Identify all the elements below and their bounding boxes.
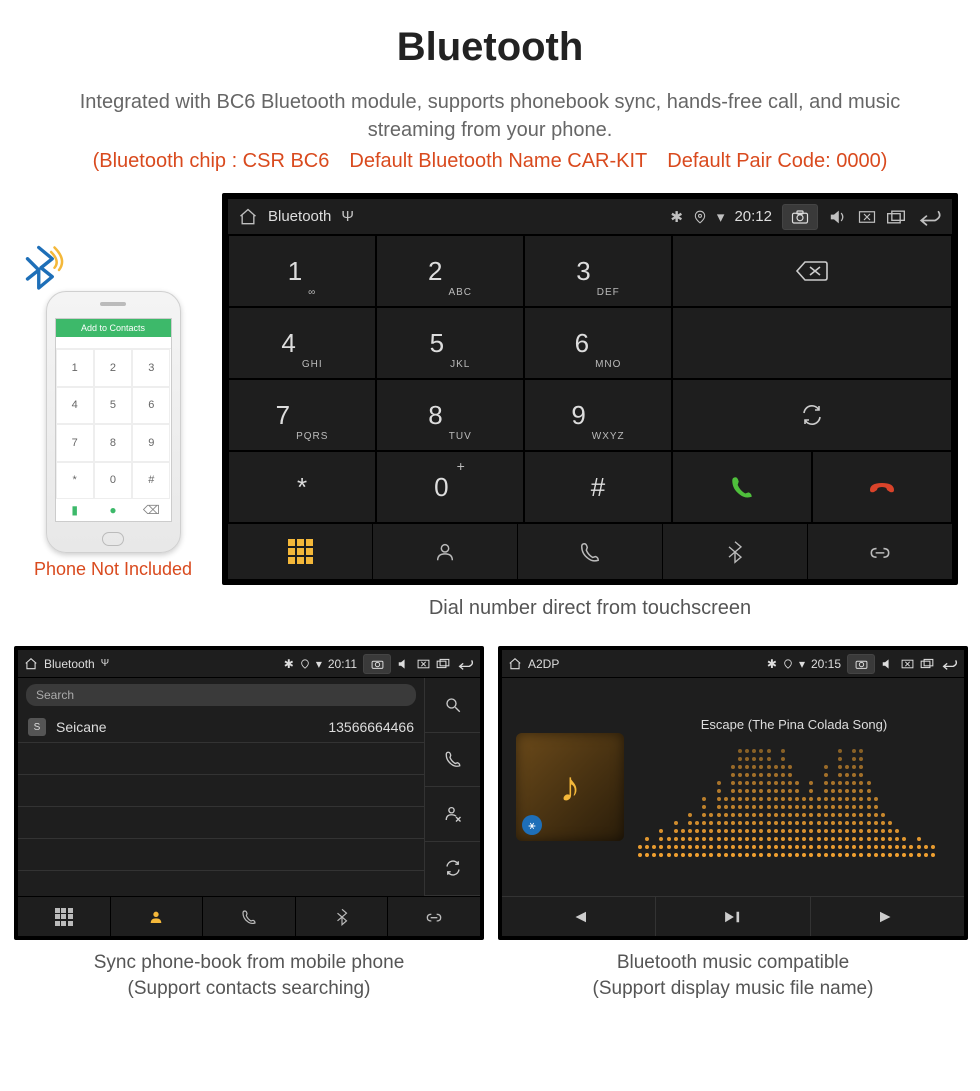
- key-3[interactable]: 3DEF: [524, 235, 672, 307]
- close-icon[interactable]: [417, 659, 430, 669]
- next-track-button[interactable]: [811, 897, 964, 936]
- link-tab[interactable]: [388, 897, 480, 936]
- call-button[interactable]: [672, 451, 812, 523]
- back-icon[interactable]: [916, 208, 942, 226]
- statusbar-title: Bluetooth: [268, 208, 331, 225]
- home-icon[interactable]: [24, 657, 38, 671]
- phone-mockup: Add to Contacts 123456789*0# ▮ ● ⌫: [46, 291, 181, 553]
- link-tab[interactable]: [808, 524, 952, 579]
- key-0[interactable]: 0+: [376, 451, 524, 523]
- clock: 20:12: [734, 208, 772, 225]
- visualizer: [638, 747, 950, 857]
- album-art: ♪ ⚹: [516, 733, 624, 841]
- screenshot-button[interactable]: [363, 654, 391, 674]
- back-icon[interactable]: [456, 658, 474, 670]
- bluetooth-icon: [14, 243, 198, 297]
- clock: 20:11: [328, 657, 357, 671]
- player-caption-1: Bluetooth music compatible: [617, 952, 849, 973]
- recent-apps-icon[interactable]: [886, 209, 906, 225]
- key-4[interactable]: 4GHI: [228, 307, 376, 379]
- location-icon: [693, 210, 707, 224]
- bluetooth-badge-icon: ⚹: [522, 815, 542, 835]
- play-pause-button[interactable]: [656, 897, 810, 936]
- statusbar-title: Bluetooth: [44, 657, 95, 671]
- volume-icon[interactable]: [828, 209, 848, 225]
- hangup-button[interactable]: [812, 451, 952, 523]
- page-title: Bluetooth: [14, 25, 966, 70]
- bluetooth-status-icon: ✱: [767, 657, 777, 671]
- dialpad-tab[interactable]: [228, 524, 373, 579]
- phone-mock-header: Add to Contacts: [56, 319, 171, 337]
- bluetooth-specs: (Bluetooth chip : CSR BC6 Default Blueto…: [14, 150, 966, 173]
- screenshot-button[interactable]: [782, 204, 818, 230]
- delete-contact-button[interactable]: [425, 787, 480, 842]
- recent-apps-icon[interactable]: [436, 658, 450, 669]
- bluetooth-status-icon: ✱: [670, 208, 683, 226]
- usb-icon: Ψ: [341, 208, 354, 225]
- recents-tab[interactable]: [203, 897, 296, 936]
- search-button[interactable]: [425, 678, 480, 733]
- key-star[interactable]: *: [228, 451, 376, 523]
- phone-not-included-label: Phone Not Included: [14, 559, 212, 580]
- music-note-icon: ♪: [560, 763, 581, 811]
- close-icon[interactable]: [901, 659, 914, 669]
- search-input[interactable]: Search: [26, 684, 416, 706]
- backspace-button[interactable]: [672, 235, 952, 307]
- a2dp-screen: A2DP ✱ ▾ 20:15 ♪ ⚹: [498, 646, 968, 940]
- contacts-tab[interactable]: [373, 524, 518, 579]
- wifi-icon: ▾: [799, 657, 805, 671]
- contacts-caption-2: (Support contacts searching): [128, 978, 371, 999]
- location-icon: [300, 659, 310, 669]
- key-7[interactable]: 7PQRS: [228, 379, 376, 451]
- dialer-caption: Dial number direct from touchscreen: [222, 597, 958, 620]
- contacts-screen: Bluetooth Ψ ✱ ▾ 20:11 Searc: [14, 646, 484, 940]
- usb-icon: Ψ: [101, 658, 109, 669]
- blank-cell: [672, 307, 952, 379]
- back-icon[interactable]: [940, 658, 958, 670]
- track-title: Escape (The Pina Colada Song): [638, 717, 950, 732]
- recent-apps-icon[interactable]: [920, 658, 934, 669]
- key-6[interactable]: 6MNO: [524, 307, 672, 379]
- contact-name: Seicane: [56, 719, 328, 735]
- recents-tab[interactable]: [518, 524, 663, 579]
- key-2[interactable]: 2ABC: [376, 235, 524, 307]
- volume-icon[interactable]: [881, 658, 895, 670]
- key-8[interactable]: 8TUV: [376, 379, 524, 451]
- search-placeholder: Search: [36, 688, 74, 702]
- sync-button[interactable]: [425, 842, 480, 897]
- volume-icon[interactable]: [397, 658, 411, 670]
- bluetooth-tab[interactable]: [296, 897, 389, 936]
- prev-track-button[interactable]: [502, 897, 656, 936]
- call-button[interactable]: [425, 733, 480, 788]
- key-5[interactable]: 5JKL: [376, 307, 524, 379]
- statusbar-title: A2DP: [528, 657, 559, 671]
- contact-number: 13566664466: [328, 719, 414, 735]
- screenshot-button[interactable]: [847, 654, 875, 674]
- contact-tag: S: [28, 718, 46, 736]
- clock: 20:15: [811, 657, 841, 671]
- page-description: Integrated with BC6 Bluetooth module, su…: [54, 88, 926, 144]
- contacts-tab[interactable]: [111, 897, 204, 936]
- close-icon[interactable]: [858, 210, 876, 224]
- contacts-caption-1: Sync phone-book from mobile phone: [94, 952, 405, 973]
- bluetooth-tab[interactable]: [663, 524, 808, 579]
- home-icon[interactable]: [508, 657, 522, 671]
- contact-row[interactable]: S Seicane 13566664466: [18, 712, 424, 743]
- key-9[interactable]: 9WXYZ: [524, 379, 672, 451]
- key-hash[interactable]: #: [524, 451, 672, 523]
- bluetooth-status-icon: ✱: [284, 657, 294, 671]
- home-icon[interactable]: [238, 207, 258, 227]
- dialer-screen: Bluetooth Ψ ✱ ▾ 20:12: [222, 193, 958, 585]
- player-caption-2: (Support display music file name): [593, 978, 874, 999]
- redial-button[interactable]: [672, 379, 952, 451]
- dialpad-tab[interactable]: [18, 897, 111, 936]
- wifi-icon: ▾: [717, 208, 725, 226]
- location-icon: [783, 659, 793, 669]
- key-1[interactable]: 1∞: [228, 235, 376, 307]
- wifi-icon: ▾: [316, 657, 322, 671]
